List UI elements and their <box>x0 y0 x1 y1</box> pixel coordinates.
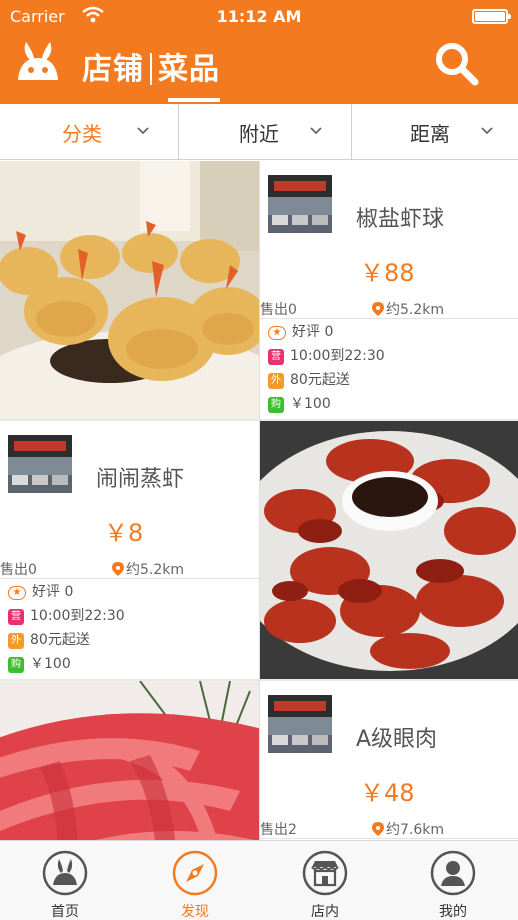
tab-home[interactable]: 首页 <box>0 841 130 920</box>
hours-row: 营 10:00到22:30 <box>268 346 385 366</box>
location-pin-icon <box>372 822 384 836</box>
status-bar: Carrier 11:12 AM <box>0 0 518 34</box>
clock: 11:12 AM <box>216 7 302 26</box>
card-divider <box>260 838 518 839</box>
min-order-text: 80元起送 <box>30 632 90 648</box>
filter-nearby[interactable]: 附近 <box>179 104 351 160</box>
search-icon[interactable] <box>432 40 482 86</box>
tab-profile[interactable]: 我的 <box>388 841 518 920</box>
filter-bar: 分类 附近 距离 <box>0 104 518 160</box>
min-order-text: 80元起送 <box>290 372 350 388</box>
rating-text: 好评 0 <box>292 324 334 340</box>
location-pin-icon <box>372 302 384 316</box>
distance-value: 约7.6km <box>386 822 445 838</box>
tab-in-store[interactable]: 店内 <box>260 841 390 920</box>
tab-label: 我的 <box>439 904 467 920</box>
dish-price: ￥8 <box>104 519 144 547</box>
distance-value: 约5.2km <box>126 562 185 578</box>
star-icon: ★ <box>268 326 286 340</box>
dish-name: 椒盐虾球 <box>356 207 445 232</box>
purchase-badge-icon: 购 <box>268 397 284 413</box>
purchase-text: ￥100 <box>290 396 331 412</box>
sold-count: 售出0 <box>0 562 37 578</box>
chevron-down-icon <box>137 127 149 135</box>
rating-text: 好评 0 <box>32 584 74 600</box>
chevron-down-icon <box>310 127 322 135</box>
dish-photo-crayfish[interactable] <box>260 421 518 679</box>
hours-text: 10:00到22:30 <box>290 348 385 364</box>
storefront-icon <box>302 850 348 896</box>
compass-icon <box>172 850 218 896</box>
dish-price: ￥88 <box>360 259 415 287</box>
tab-label: 首页 <box>51 904 79 920</box>
dish-card-1[interactable]: 椒盐虾球 ￥88 售出0 约5.2km ★ 好评 0 营 10:00到22:30 外… <box>260 161 518 419</box>
title-divider <box>150 53 152 85</box>
delivery-badge-icon: 外 <box>8 633 24 649</box>
filter-nearby-label: 附近 <box>239 121 279 146</box>
dish-name: A级眼肉 <box>356 727 438 752</box>
shop-thumbnail <box>268 695 332 753</box>
tab-label: 发现 <box>181 904 209 920</box>
sold-count: 售出2 <box>260 822 297 838</box>
filter-category[interactable]: 分类 <box>0 104 178 160</box>
filter-category-label: 分类 <box>62 121 102 146</box>
shrimp-balls-image <box>0 161 259 419</box>
app-header: Carrier 11:12 AM 店铺 菜品 <box>0 0 518 104</box>
beef-slices-image <box>0 681 259 840</box>
distance: 约7.6km <box>372 819 444 839</box>
location-pin-icon <box>112 562 124 576</box>
tab-label: 店内 <box>311 904 339 920</box>
distance: 约5.2km <box>112 559 184 579</box>
purchase-row: 购 ￥100 <box>8 654 71 674</box>
chevron-down-icon <box>481 127 493 135</box>
dish-card-3[interactable]: A级眼肉 ￥48 售出2 约7.6km <box>260 681 518 840</box>
card-divider <box>0 578 259 579</box>
sold-count: 售出0 <box>260 302 297 318</box>
dish-card-2[interactable]: 闹闹蒸虾 ￥8 售出0 约5.2km ★ 好评 0 营 10:00到22:30 外8… <box>0 421 259 679</box>
tab-discover[interactable]: 发现 <box>130 841 260 920</box>
tab-shops[interactable]: 店铺 <box>82 52 144 87</box>
rating-row: ★ 好评 0 <box>8 582 73 602</box>
rating-row: ★ 好评 0 <box>268 322 333 342</box>
min-order-row: 外 80元起送 <box>268 370 350 390</box>
purchase-row: 购 ￥100 <box>268 394 331 414</box>
dish-name: 闹闹蒸虾 <box>96 467 185 492</box>
nav-title: 店铺 菜品 <box>82 44 220 88</box>
star-icon: ★ <box>8 586 26 600</box>
purchase-text: ￥100 <box>30 656 71 672</box>
dish-grid: 椒盐虾球 ￥88 售出0 约5.2km ★ 好评 0 营 10:00到22:30 外… <box>0 161 518 840</box>
distance-value: 约5.2km <box>386 302 445 318</box>
shop-thumbnail <box>268 175 332 233</box>
min-order-row: 外 80元起送 <box>8 630 90 650</box>
delivery-badge-icon: 外 <box>268 373 284 389</box>
rabbit-logo-icon[interactable] <box>14 40 62 84</box>
tab-bar: 首页 发现 店内 我的 <box>0 840 518 920</box>
user-icon <box>430 850 476 896</box>
shop-thumbnail <box>8 435 72 493</box>
card-divider <box>260 318 518 319</box>
rabbit-icon <box>42 850 88 896</box>
grid-divider-vertical <box>259 161 260 840</box>
hours-badge-icon: 营 <box>8 609 24 625</box>
hours-badge-icon: 营 <box>268 349 284 365</box>
distance: 约5.2km <box>372 299 444 319</box>
dish-price: ￥48 <box>360 779 415 807</box>
active-tab-indicator <box>168 98 220 102</box>
filter-distance-label: 距离 <box>410 121 450 146</box>
tab-dishes[interactable]: 菜品 <box>158 52 220 87</box>
hours-row: 营 10:00到22:30 <box>8 606 125 626</box>
purchase-badge-icon: 购 <box>8 657 24 673</box>
hours-text: 10:00到22:30 <box>30 608 125 624</box>
battery-icon <box>472 9 511 24</box>
filter-distance[interactable]: 距离 <box>352 104 518 160</box>
dish-photo-shrimp-balls[interactable] <box>0 161 259 419</box>
dish-photo-beef[interactable] <box>0 681 259 840</box>
crayfish-image <box>260 421 518 679</box>
